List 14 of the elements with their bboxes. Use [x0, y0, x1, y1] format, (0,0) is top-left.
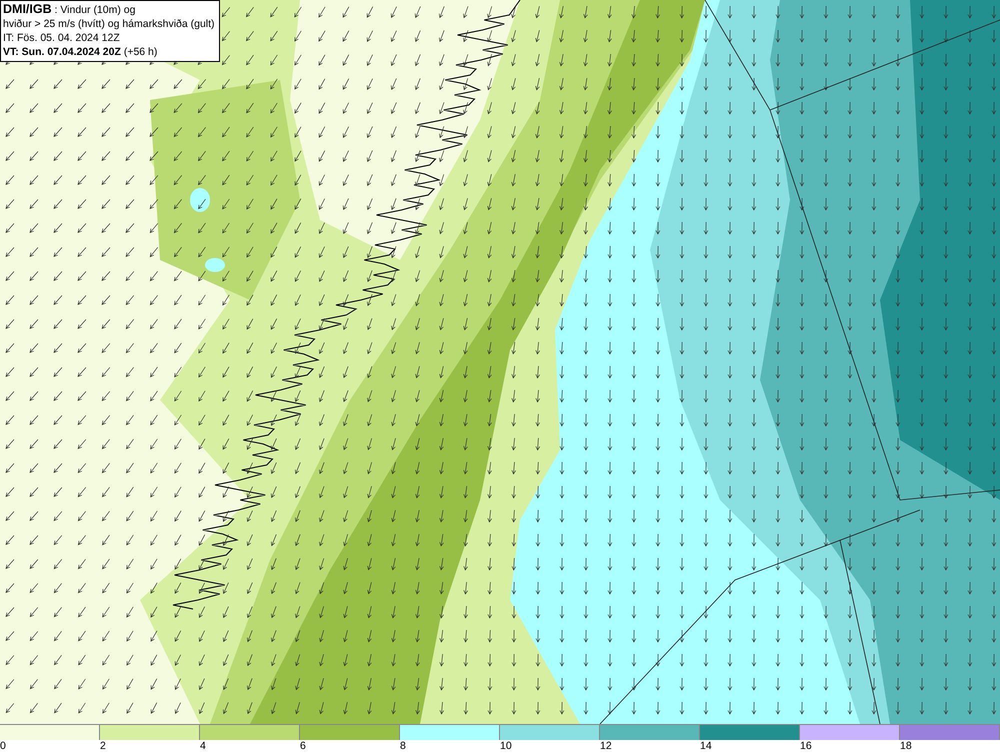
title-text: DMI/IGB : Vindur (10m) og: [3, 2, 136, 17]
legend-label: 8: [400, 740, 406, 752]
legend-label: 16: [800, 740, 812, 752]
legend-label: 0: [0, 740, 6, 752]
legend-label: 14: [700, 740, 712, 752]
title-text: IT: Fös. 05. 04. 2024 12Z: [3, 31, 121, 45]
title-text: VT: Sun. 07.04.2024 20Z (+56 h): [3, 45, 158, 59]
legend-label: 10: [500, 740, 512, 752]
legend-label: 18: [900, 740, 912, 752]
legend-label: 2: [100, 740, 106, 752]
title-text: hviður > 25 m/s (hvítt) og hámarkshviða (gult): [3, 17, 215, 31]
legend-label: 12: [600, 740, 612, 752]
legend-label: 6: [300, 740, 306, 752]
legend-label: 4: [200, 740, 206, 752]
